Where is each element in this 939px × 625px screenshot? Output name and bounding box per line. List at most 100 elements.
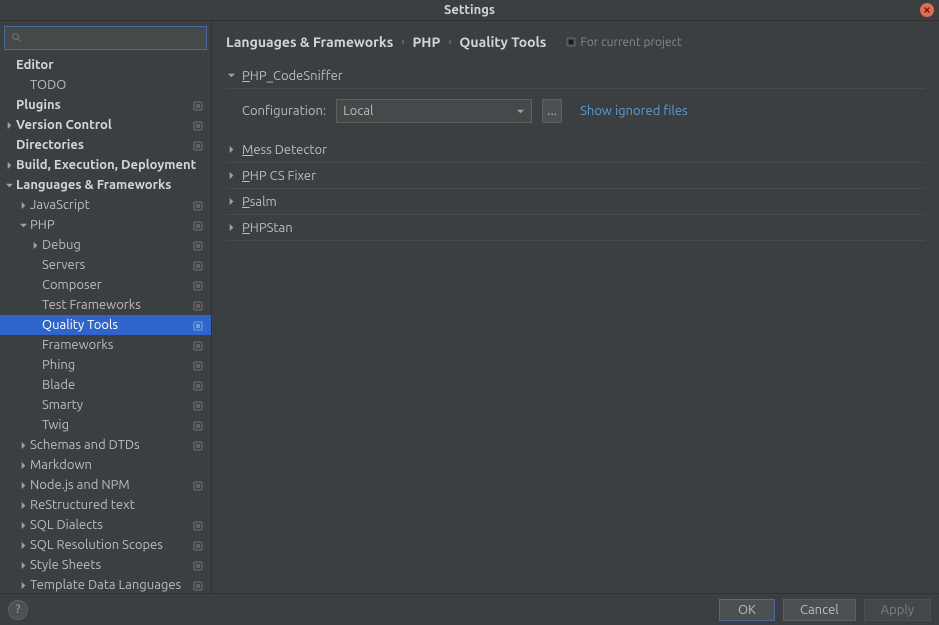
tree-item-label: ReStructured text (30, 498, 135, 512)
breadcrumb-item[interactable]: Languages & Frameworks (226, 34, 393, 50)
project-scope-icon (193, 140, 203, 150)
tree-item-php[interactable]: PHP (0, 215, 211, 235)
section-header-phpstan[interactable]: PHPStan (226, 215, 925, 241)
chevron-right-icon (4, 160, 14, 170)
chevron-right-icon (226, 171, 236, 180)
tree-item-servers[interactable]: Servers (0, 255, 211, 275)
tree-item-label: Editor (16, 58, 54, 72)
tree-item-todo[interactable]: TODO (0, 75, 211, 95)
tree-item-debug[interactable]: Debug (0, 235, 211, 255)
section-title: PHP_CodeSniffer (242, 69, 343, 83)
breadcrumb: Languages & Frameworks›PHP›Quality Tools… (226, 29, 925, 55)
project-scope-icon (193, 280, 203, 290)
chevron-right-icon (18, 560, 28, 570)
chevron-right-icon (18, 460, 28, 470)
search-icon (11, 32, 23, 44)
project-scope-icon (193, 120, 203, 130)
project-scope-icon (193, 520, 203, 530)
section-title: Psalm (242, 195, 277, 209)
project-scope-icon (193, 240, 203, 250)
project-scope-icon (193, 200, 203, 210)
tree-item-plugins[interactable]: Plugins (0, 95, 211, 115)
tree-item-version-control[interactable]: Version Control (0, 115, 211, 135)
tree-item-smarty[interactable]: Smarty (0, 395, 211, 415)
tree-item-sql-dialects[interactable]: SQL Dialects (0, 515, 211, 535)
dropdown-value: Local (343, 104, 373, 118)
chevron-right-icon (226, 197, 236, 206)
tree-item-label: JavaScript (30, 198, 90, 212)
ok-button[interactable]: OK (719, 599, 775, 621)
project-scope-icon (193, 560, 203, 570)
tree-item-blade[interactable]: Blade (0, 375, 211, 395)
tree-item-node-js-and-npm[interactable]: Node.js and NPM (0, 475, 211, 495)
project-scope-icon (193, 340, 203, 350)
search-input[interactable] (27, 31, 200, 45)
project-scope-icon (193, 580, 203, 590)
close-icon (923, 6, 931, 14)
section-header-php-codesniffer[interactable]: PHP_CodeSniffer (226, 63, 925, 89)
tree-item-label: Node.js and NPM (30, 478, 130, 492)
help-button[interactable]: ? (8, 600, 28, 620)
tree-item-label: Debug (42, 238, 81, 252)
tree-item-label: Servers (42, 258, 85, 272)
titlebar: Settings (0, 0, 939, 20)
tree-item-label: Template Data Languages (30, 578, 181, 592)
tree-item-label: Style Sheets (30, 558, 101, 572)
section-header-psalm[interactable]: Psalm (226, 189, 925, 215)
cancel-button[interactable]: Cancel (783, 599, 856, 621)
configuration-dropdown[interactable]: Local (336, 99, 532, 123)
tree-item-template-data-languages[interactable]: Template Data Languages (0, 575, 211, 593)
tree-item-markdown[interactable]: Markdown (0, 455, 211, 475)
search-box[interactable] (4, 26, 207, 50)
chevron-right-icon (18, 440, 28, 450)
show-ignored-files-link[interactable]: Show ignored files (580, 104, 688, 118)
tree-item-label: Build, Execution, Deployment (16, 158, 196, 172)
tree-item-label: Version Control (16, 118, 112, 132)
tree-item-twig[interactable]: Twig (0, 415, 211, 435)
tree-item-directories[interactable]: Directories (0, 135, 211, 155)
tree-item-label: SQL Resolution Scopes (30, 538, 163, 552)
browse-button[interactable]: ... (542, 99, 562, 123)
tree-item-test-frameworks[interactable]: Test Frameworks (0, 295, 211, 315)
tree-item-label: Blade (42, 378, 75, 392)
section-header-mess-detector[interactable]: Mess Detector (226, 137, 925, 163)
tree-item-sql-resolution-scopes[interactable]: SQL Resolution Scopes (0, 535, 211, 555)
section-title: PHPStan (242, 221, 293, 235)
tree-item-label: Test Frameworks (42, 298, 141, 312)
chevron-right-icon (18, 500, 28, 510)
tree-item-label: Languages & Frameworks (16, 178, 171, 192)
close-button[interactable] (920, 3, 934, 17)
chevron-right-icon (30, 240, 40, 250)
tree-item-javascript[interactable]: JavaScript (0, 195, 211, 215)
chevron-right-icon (18, 580, 28, 590)
project-scope-icon (193, 220, 203, 230)
project-scope-icon (193, 440, 203, 450)
tree-item-label: Twig (42, 418, 69, 432)
chevron-right-icon (226, 223, 236, 232)
configuration-label: Configuration: (242, 104, 326, 118)
tree-item-quality-tools[interactable]: Quality Tools (0, 315, 211, 335)
section-header-php-cs-fixer[interactable]: PHP CS Fixer (226, 163, 925, 189)
tree-item-style-sheets[interactable]: Style Sheets (0, 555, 211, 575)
chevron-right-icon (4, 120, 14, 130)
apply-button[interactable]: Apply (864, 599, 931, 621)
settings-tree[interactable]: Editor TODOPlugins Version Control Director… (0, 55, 211, 593)
project-scope-icon (193, 320, 203, 330)
breadcrumb-separator: › (401, 36, 404, 48)
tree-item-label: Schemas and DTDs (30, 438, 140, 452)
chevron-down-icon (516, 107, 525, 116)
tree-item-schemas-and-dtds[interactable]: Schemas and DTDs (0, 435, 211, 455)
tree-item-editor[interactable]: Editor (0, 55, 211, 75)
tree-item-build-execution-deployment[interactable]: Build, Execution, Deployment (0, 155, 211, 175)
tree-item-composer[interactable]: Composer (0, 275, 211, 295)
chevron-right-icon (226, 145, 236, 154)
sidebar: Editor TODOPlugins Version Control Director… (0, 21, 212, 593)
tree-item-label: SQL Dialects (30, 518, 103, 532)
tree-item-languages-frameworks[interactable]: Languages & Frameworks (0, 175, 211, 195)
tree-item-phing[interactable]: Phing (0, 355, 211, 375)
chevron-down-icon (226, 71, 236, 80)
footer: ? OK Cancel Apply (0, 593, 939, 625)
tree-item-restructured-text[interactable]: ReStructured text (0, 495, 211, 515)
tree-item-frameworks[interactable]: Frameworks (0, 335, 211, 355)
breadcrumb-item[interactable]: PHP (412, 34, 440, 50)
